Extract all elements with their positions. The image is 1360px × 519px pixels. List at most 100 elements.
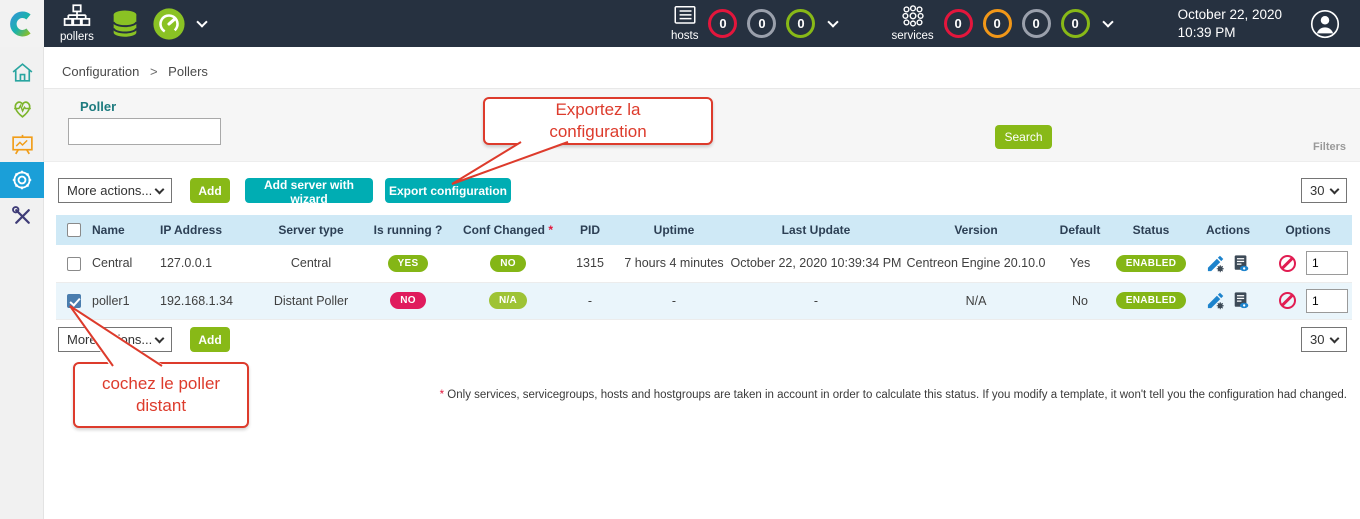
gauge-icon [152, 7, 186, 41]
services-critical-counter[interactable]: 0 [944, 9, 973, 38]
poller-search-input[interactable] [68, 118, 221, 145]
row-checkbox-checked[interactable] [67, 294, 81, 308]
more-actions-select-bottom[interactable]: More actions... [58, 327, 172, 352]
breadcrumb-configuration[interactable]: Configuration [62, 64, 139, 79]
breadcrumb: Configuration > Pollers [62, 64, 208, 79]
sidebar-item-administration[interactable] [0, 198, 44, 234]
sidebar [0, 47, 44, 519]
database-status[interactable] [108, 7, 142, 41]
cell-server-type: Distant Poller [260, 282, 362, 319]
export-configuration-button[interactable]: Export configuration [385, 178, 511, 203]
table-row-central: Central 127.0.0.1 Central YES NO 1315 7 … [56, 245, 1352, 282]
cell-last-update: October 22, 2020 10:39:34 PM [730, 245, 902, 282]
add-button-top[interactable]: Add [190, 178, 230, 203]
more-actions-select-top[interactable]: More actions... [58, 178, 172, 203]
disable-poller-icon[interactable] [1279, 292, 1296, 309]
hosts-up-counter[interactable]: 0 [786, 9, 815, 38]
cell-status: ENABLED [1110, 245, 1192, 282]
clock-date: October 22, 2020 [1178, 6, 1282, 24]
filters-label[interactable]: Filters [1313, 141, 1346, 153]
services-menu-chevron-icon[interactable] [1102, 16, 1113, 27]
user-avatar-icon [1310, 9, 1340, 39]
clock: October 22, 2020 10:39 PM [1178, 6, 1282, 42]
counter-value: 0 [758, 16, 765, 31]
view-configuration-icon[interactable] [1232, 291, 1250, 310]
clock-time: 10:39 PM [1178, 24, 1282, 42]
cell-ip: 127.0.0.1 [160, 245, 260, 282]
cell-pid: 1315 [562, 245, 618, 282]
cell-ip: 192.168.1.34 [160, 282, 260, 319]
cell-uptime: - [618, 282, 730, 319]
cell-options [1264, 282, 1352, 319]
poller-name-link[interactable]: poller1 [92, 294, 130, 308]
user-profile-button[interactable] [1310, 9, 1340, 39]
hosts-menu-chevron-icon[interactable] [828, 16, 839, 27]
centreon-pollers-page: pollers [0, 0, 1360, 519]
header-name: Name [92, 215, 160, 245]
breadcrumb-pollers[interactable]: Pollers [168, 64, 208, 79]
header-status: Status [1110, 215, 1192, 245]
counter-value: 0 [955, 16, 962, 31]
cell-name[interactable]: Central [92, 245, 160, 282]
services-icon [900, 5, 926, 29]
services-menu[interactable]: services [891, 5, 933, 42]
search-button[interactable]: Search [995, 125, 1052, 149]
disable-poller-icon[interactable] [1279, 255, 1296, 272]
cell-name[interactable]: poller1 [92, 282, 160, 319]
chevron-down-icon [155, 333, 165, 343]
header-is-running: Is running ? [362, 215, 454, 245]
duplicate-count-input[interactable] [1306, 289, 1348, 313]
is-running-badge: YES [388, 255, 429, 272]
poller-filter-label: Poller [80, 99, 116, 114]
chevron-down-icon [1330, 333, 1340, 343]
header-default: Default [1050, 215, 1110, 245]
row-checkbox[interactable] [67, 257, 81, 271]
status-badge: ENABLED [1116, 255, 1186, 272]
hosts-icon [672, 5, 698, 29]
status-badge: ENABLED [1116, 292, 1186, 309]
add-server-wizard-button[interactable]: Add server with wizard [245, 178, 373, 203]
database-icon [108, 7, 142, 41]
cell-actions [1192, 245, 1264, 282]
poller-menu-chevron-icon[interactable] [196, 16, 207, 27]
hosts-status-group: hosts 0 0 0 [671, 5, 838, 42]
poller-status-menu[interactable]: pollers [60, 4, 94, 43]
cell-status: ENABLED [1110, 282, 1192, 319]
edit-poller-icon[interactable] [1206, 291, 1225, 310]
hosts-unreachable-counter[interactable]: 0 [747, 9, 776, 38]
services-warning-counter[interactable]: 0 [983, 9, 1012, 38]
cell-last-update: - [730, 282, 902, 319]
cell-server-type: Central [260, 245, 362, 282]
services-unknown-counter[interactable]: 0 [1022, 9, 1051, 38]
hosts-menu[interactable]: hosts [671, 5, 699, 42]
centreon-logo[interactable] [0, 0, 44, 47]
sidebar-item-home[interactable] [0, 54, 44, 90]
table-row-poller1: poller1 192.168.1.34 Distant Poller NO N… [56, 282, 1352, 319]
duplicate-count-input[interactable] [1306, 251, 1348, 275]
monitoring-heartbeat-icon [10, 96, 35, 121]
gauge-status[interactable] [152, 7, 186, 41]
header-conf-changed: Conf Changed * [454, 215, 562, 245]
sidebar-item-monitoring[interactable] [0, 90, 44, 126]
header-uptime: Uptime [618, 215, 730, 245]
edit-poller-icon[interactable] [1206, 254, 1225, 273]
annotation-line: distant [75, 395, 247, 417]
services-ok-counter[interactable]: 0 [1061, 9, 1090, 38]
services-status-group: services 0 0 0 0 [891, 5, 1111, 42]
view-configuration-icon[interactable] [1232, 254, 1250, 273]
counter-value: 0 [719, 16, 726, 31]
page-size-select-bottom[interactable]: 30 [1301, 327, 1347, 352]
page-size-select-top[interactable]: 30 [1301, 178, 1347, 203]
cell-default: Yes [1050, 245, 1110, 282]
hosts-label: hosts [671, 30, 699, 42]
hosts-down-counter[interactable]: 0 [708, 9, 737, 38]
sidebar-item-reporting[interactable] [0, 126, 44, 162]
poller-name-link[interactable]: Central [92, 256, 132, 270]
add-button-bottom[interactable]: Add [190, 327, 230, 352]
administration-tools-icon [10, 204, 35, 229]
header-last-update: Last Update [730, 215, 902, 245]
select-all-checkbox[interactable] [67, 223, 81, 237]
sidebar-item-configuration[interactable] [0, 162, 44, 198]
cell-pid: - [562, 282, 618, 319]
page-size-value: 30 [1310, 183, 1324, 198]
